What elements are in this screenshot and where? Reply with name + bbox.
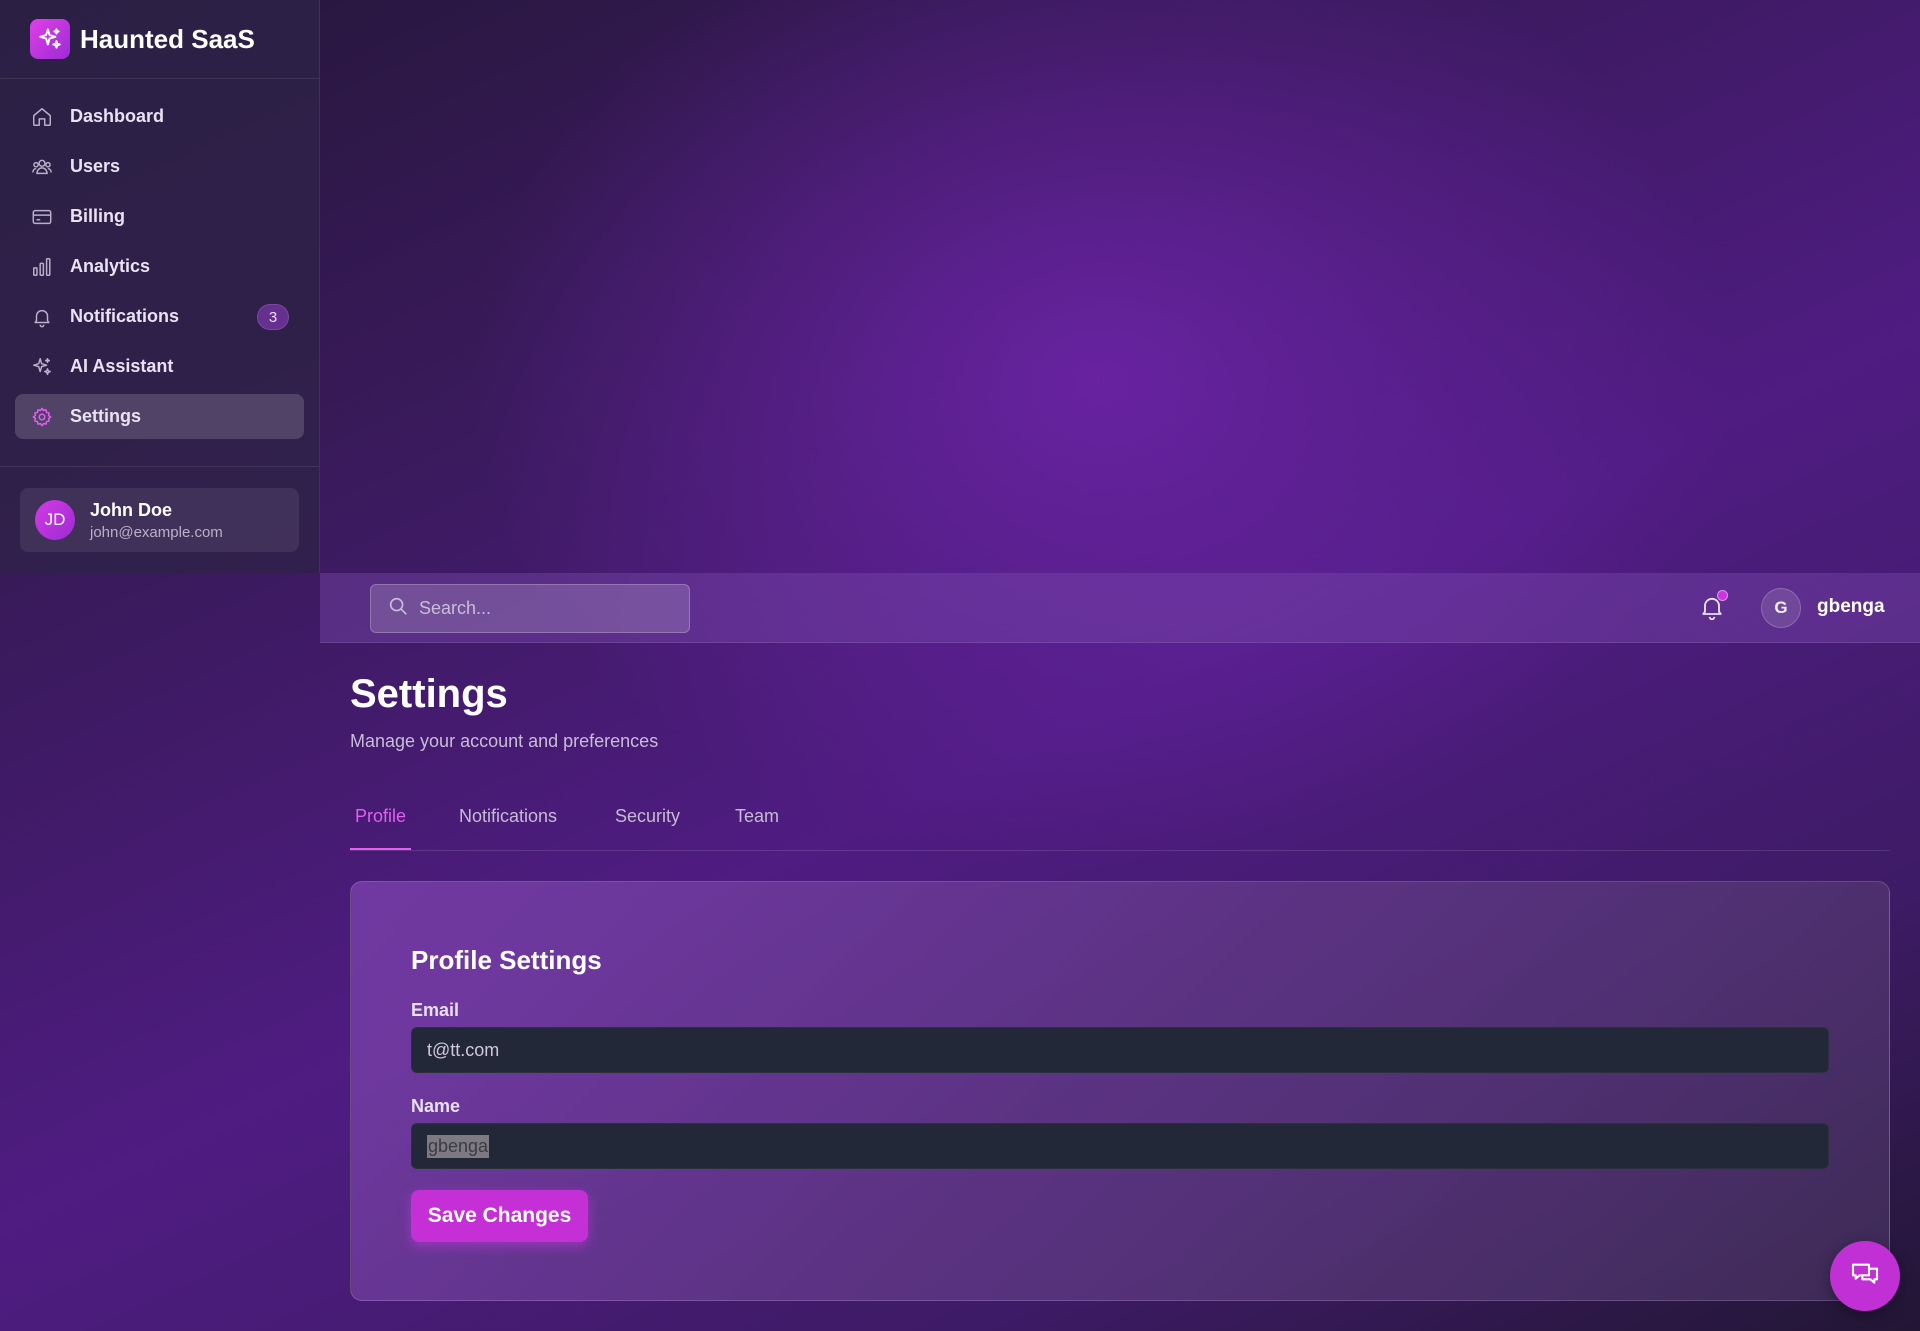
sidebar-item-label: Analytics xyxy=(70,256,151,276)
bar-chart-icon xyxy=(30,255,54,279)
name-field[interactable]: gbenga xyxy=(411,1123,1829,1169)
top-username[interactable]: gbenga xyxy=(1817,596,1885,618)
user-email: john@example.com xyxy=(90,523,223,541)
sidebar-item-label: Billing xyxy=(70,206,125,226)
search-box[interactable] xyxy=(370,584,690,633)
credit-card-icon xyxy=(30,205,54,229)
sidebar-nav: Dashboard Users Billing Analytics Notifi… xyxy=(0,79,319,467)
email-field[interactable] xyxy=(427,1039,1828,1061)
sidebar-item-label: Dashboard xyxy=(70,106,165,126)
brand[interactable]: Haunted SaaS xyxy=(0,0,319,79)
email-field-wrapper xyxy=(411,1027,1829,1073)
chat-icon xyxy=(1849,1258,1881,1295)
sidebar-item-analytics[interactable]: Analytics xyxy=(15,244,304,289)
name-label: Name xyxy=(411,1096,461,1116)
gear-icon xyxy=(30,405,54,429)
notification-dot xyxy=(1717,590,1728,601)
brand-name: Haunted SaaS xyxy=(80,23,255,54)
search-icon xyxy=(387,595,409,622)
profile-settings-card: Profile Settings Email Name gbenga Save … xyxy=(350,881,1890,1301)
name-field-value: gbenga xyxy=(427,1134,490,1158)
bell-icon xyxy=(1698,597,1726,625)
sidebar-item-ai-assistant[interactable]: AI Assistant xyxy=(15,344,304,389)
current-user-card[interactable]: JD John Doe john@example.com xyxy=(20,488,299,552)
sidebar-item-label: AI Assistant xyxy=(70,356,174,376)
card-title: Profile Settings xyxy=(411,945,602,975)
sidebar-item-label: Settings xyxy=(70,406,142,426)
sparkles-icon xyxy=(30,19,70,59)
avatar: JD xyxy=(35,500,75,540)
search-input[interactable] xyxy=(419,598,679,619)
sparkles-icon xyxy=(30,355,54,379)
settings-tabs: Profile Notifications Security Team xyxy=(350,800,1890,851)
tab-profile[interactable]: Profile xyxy=(350,806,412,850)
email-label: Email xyxy=(411,1000,460,1020)
user-name: John Doe xyxy=(90,499,173,520)
page-subtitle: Manage your account and preferences xyxy=(350,731,659,751)
sidebar: Haunted SaaS Dashboard Users Billing Ana… xyxy=(0,0,320,573)
bell-icon xyxy=(30,305,54,329)
save-button[interactable]: Save Changes xyxy=(411,1190,588,1242)
user-meta: John Doe john@example.com xyxy=(90,500,223,541)
users-icon xyxy=(30,155,54,179)
sidebar-item-settings[interactable]: Settings xyxy=(15,394,304,439)
user-avatar-button[interactable]: G xyxy=(1761,588,1801,628)
page-title: Settings xyxy=(350,672,508,716)
notifications-button[interactable] xyxy=(1698,590,1728,621)
top-bar: G gbenga xyxy=(320,573,1920,643)
home-icon xyxy=(30,105,54,129)
sidebar-item-dashboard[interactable]: Dashboard xyxy=(15,94,304,139)
notification-count-badge: 3 xyxy=(257,304,289,330)
sidebar-item-notifications[interactable]: Notifications 3 xyxy=(15,294,304,339)
chat-button[interactable] xyxy=(1830,1241,1900,1311)
tab-notifications[interactable]: Notifications xyxy=(454,806,562,850)
sidebar-item-label: Notifications xyxy=(70,306,180,326)
sidebar-item-users[interactable]: Users xyxy=(15,144,304,189)
sidebar-item-label: Users xyxy=(70,156,121,176)
tab-team[interactable]: Team xyxy=(730,806,784,850)
sidebar-item-billing[interactable]: Billing xyxy=(15,194,304,239)
tab-security[interactable]: Security xyxy=(610,806,685,850)
